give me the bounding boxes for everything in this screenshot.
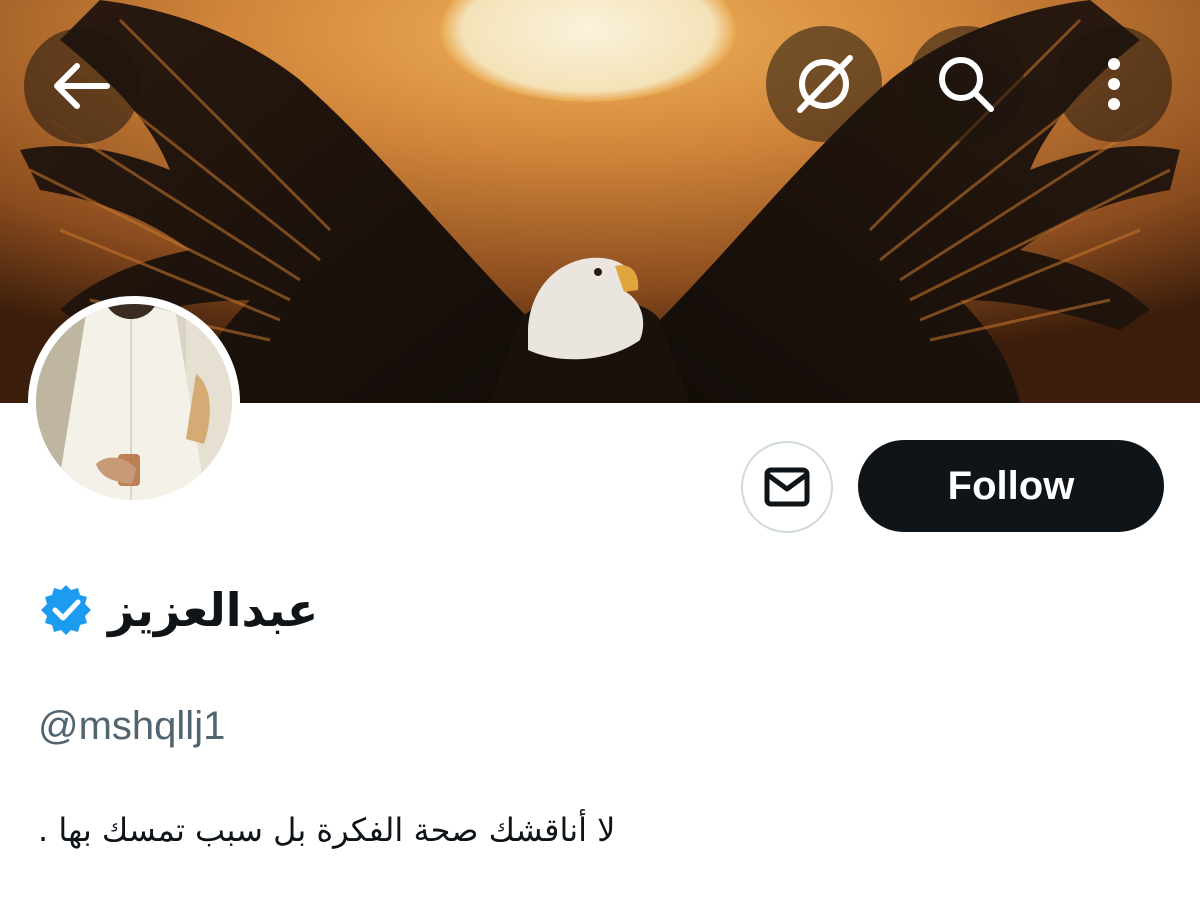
grok-icon (797, 55, 853, 113)
message-button[interactable] (741, 441, 833, 533)
mail-icon (764, 467, 810, 507)
display-name: عبدالعزيز (108, 583, 319, 637)
grok-button[interactable] (766, 26, 882, 142)
search-icon (939, 57, 994, 112)
search-button[interactable] (908, 26, 1024, 142)
avatar[interactable] (28, 296, 240, 508)
avatar-photo (36, 304, 232, 500)
follow-button[interactable]: Follow (858, 440, 1164, 532)
arrow-left-icon (54, 63, 110, 109)
back-button[interactable] (24, 28, 140, 144)
profile-screen: Follow عبدالعزيز @mshqllj1 لا أناقشك صحة… (0, 0, 1200, 906)
more-options-button[interactable] (1056, 26, 1172, 142)
more-vertical-icon (1108, 58, 1120, 110)
bio-text: لا أناقشك صحة الفكرة بل سبب تمسك بها . (38, 811, 616, 849)
user-handle: @mshqllj1 (38, 704, 226, 748)
verified-badge-icon (41, 585, 91, 635)
name-row: عبدالعزيز (38, 572, 318, 648)
